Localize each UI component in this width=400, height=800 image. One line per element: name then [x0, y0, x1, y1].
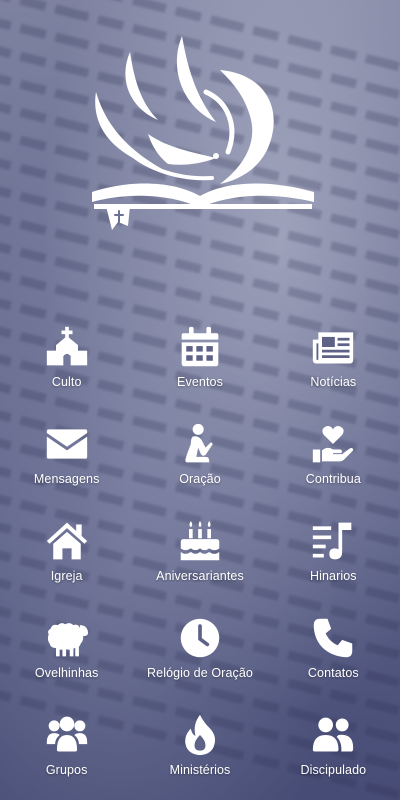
menu-item-oracao[interactable]: Oração — [133, 422, 266, 490]
menu-item-label: Eventos — [177, 375, 223, 389]
menu-item-aniversariantes[interactable]: Aniversariantes — [133, 519, 266, 587]
menu-item-relogio-de-oracao[interactable]: Relógio de Oração — [133, 616, 266, 684]
menu-item-label: Ministérios — [169, 763, 231, 777]
menu-item-label: Igreja — [50, 569, 83, 583]
menu-item-label: Mensagens — [33, 472, 100, 486]
user-friends-icon — [309, 713, 357, 757]
menu-item-hinarios[interactable]: Hinarios — [267, 519, 400, 587]
menu-item-culto[interactable]: Culto — [0, 325, 133, 393]
menu-item-label: Oração — [179, 472, 221, 486]
menu-item-label: Hinarios — [309, 569, 357, 583]
music-list-icon — [309, 519, 357, 563]
menu-item-ovelhinhas[interactable]: Ovelhinhas — [0, 616, 133, 684]
envelope-icon — [43, 422, 91, 466]
hand-heart-icon — [309, 422, 357, 466]
menu-item-label: Culto — [51, 375, 82, 389]
sheep-icon — [43, 616, 91, 660]
menu-grid: Culto Eventos Notícias Mensagens Oração … — [0, 325, 400, 781]
menu-item-mensagens[interactable]: Mensagens — [0, 422, 133, 490]
clock-icon — [176, 616, 224, 660]
menu-item-contribua[interactable]: Contribua — [267, 422, 400, 490]
flame-icon — [176, 713, 224, 757]
calendar-icon — [176, 325, 224, 369]
menu-item-label: Discipulado — [300, 763, 367, 777]
menu-item-discipulado[interactable]: Discipulado — [267, 713, 400, 781]
menu-item-label: Notícias — [310, 375, 357, 389]
menu-item-igreja[interactable]: Igreja — [0, 519, 133, 587]
phone-icon — [309, 616, 357, 660]
menu-item-eventos[interactable]: Eventos — [133, 325, 266, 393]
menu-item-ministerios[interactable]: Ministérios — [133, 713, 266, 781]
praying-icon — [176, 422, 224, 466]
birthday-cake-icon — [176, 519, 224, 563]
home-icon — [43, 519, 91, 563]
church-icon — [43, 325, 91, 369]
church-logo — [88, 30, 318, 240]
menu-item-noticias[interactable]: Notícias — [267, 325, 400, 393]
menu-item-contatos[interactable]: Contatos — [267, 616, 400, 684]
menu-item-label: Relógio de Oração — [147, 666, 253, 680]
menu-item-label: Contatos — [307, 666, 359, 680]
users-group-icon — [43, 713, 91, 757]
menu-item-label: Aniversariantes — [156, 569, 244, 583]
menu-item-label: Ovelhinhas — [34, 666, 99, 680]
menu-item-grupos[interactable]: Grupos — [0, 713, 133, 781]
menu-item-label: Contribua — [305, 472, 361, 486]
newspaper-icon — [309, 325, 357, 369]
menu-item-label: Grupos — [45, 763, 88, 777]
